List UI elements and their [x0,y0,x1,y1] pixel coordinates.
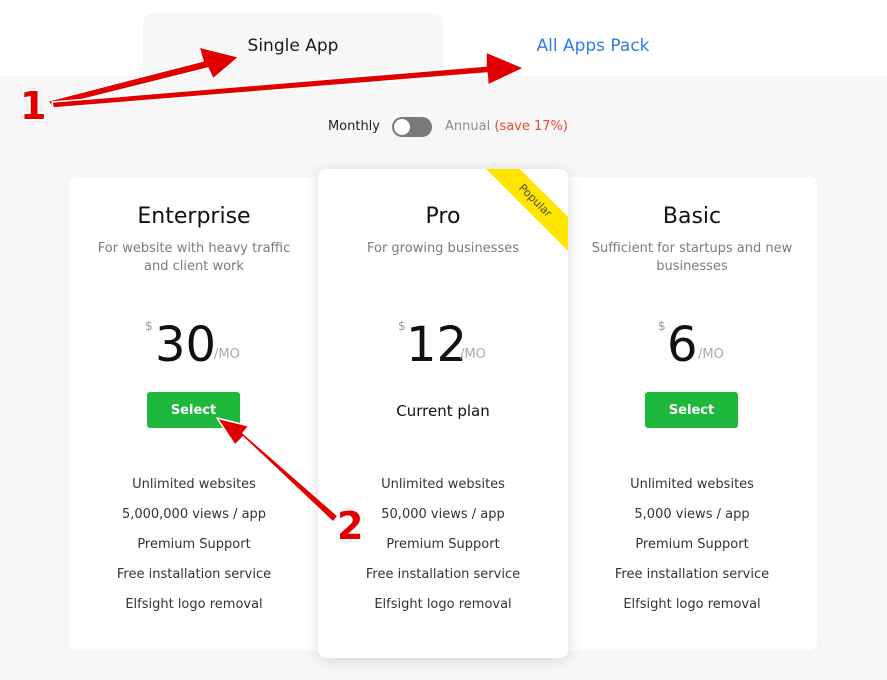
feature-item: 5,000 views / app [634,507,750,522]
callout-number-1: 1 [20,84,47,128]
feature-list: Unlimited websites 50,000 views / app Pr… [318,477,568,627]
price-period: /MO [460,347,486,362]
callout-number-2: 2 [337,504,364,548]
feature-item: Unlimited websites [132,477,256,492]
plan-type-tabbar: Single App All Apps Pack [0,0,887,76]
annual-text: Annual [445,119,491,134]
feature-item: Unlimited websites [630,477,754,492]
monthly-label[interactable]: Monthly [328,119,380,134]
price-currency: $ [658,319,666,333]
feature-item: Free installation service [365,567,521,582]
plan-name: Basic [662,204,722,229]
plan-price: $ 12 /MO [318,317,568,377]
tab-all-apps-pack-label: All Apps Pack [536,36,650,56]
plan-card-pro: Popular Pro For growing businesses $ 12 … [318,169,568,658]
feature-item: Free installation service [116,567,272,582]
plan-description: For website with heavy traffic and clien… [97,241,291,274]
annual-savings-text: (save 17%) [494,119,568,134]
plan-price: $ 30 /MO [69,317,319,377]
feature-item: Unlimited websites [381,477,505,492]
annual-label[interactable]: Annual (save 17%) [445,119,568,134]
feature-item: Elfsight logo removal [374,597,512,612]
price-currency: $ [398,319,406,333]
price-amount: 30 [155,317,217,373]
price-period: /MO [698,347,724,362]
select-basic-button[interactable]: Select [645,392,738,428]
feature-item: Elfsight logo removal [125,597,263,612]
tab-single-app-label: Single App [247,36,339,56]
tab-single-app[interactable]: Single App [143,13,443,76]
billing-period-switch: Monthly Annual (save 17%) [0,117,887,137]
plan-card-basic: Basic Sufficient for startups and new bu… [567,177,817,650]
plan-description: For growing businesses [366,241,519,256]
tab-all-apps-pack[interactable]: All Apps Pack [443,13,743,76]
plan-name: Pro [425,204,461,229]
plan-name: Enterprise [137,204,251,229]
price-amount: 12 [406,317,468,373]
feature-list: Unlimited websites 5,000 views / app Pre… [567,477,817,627]
plan-card-enterprise: Enterprise For website with heavy traffi… [69,177,319,650]
price-period: /MO [214,347,240,362]
feature-item: Free installation service [614,567,770,582]
plan-price: $ 6 /MO [567,317,817,377]
feature-item: Premium Support [635,537,749,552]
toggle-knob [394,119,410,135]
price-amount: 6 [667,317,698,373]
feature-list: Unlimited websites 5,000,000 views / app… [69,477,319,627]
feature-item: 5,000,000 views / app [121,507,267,522]
select-enterprise-button[interactable]: Select [147,392,240,428]
feature-item: Premium Support [137,537,251,552]
plan-description: Sufficient for startups and new business… [591,241,793,274]
price-currency: $ [145,319,153,333]
current-plan-label: Current plan [396,402,490,420]
feature-item: Elfsight logo removal [623,597,761,612]
billing-toggle[interactable] [392,117,432,137]
